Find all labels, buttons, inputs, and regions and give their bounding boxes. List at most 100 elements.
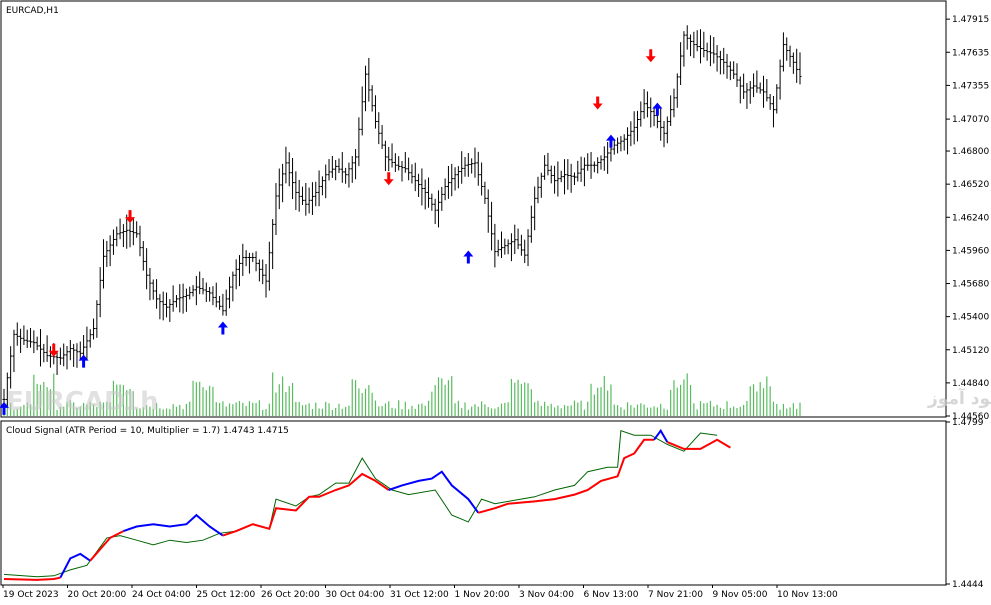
price-bar	[513, 224, 517, 254]
price-bar	[602, 146, 606, 171]
price-tick-label: 1.46800	[952, 147, 989, 157]
time-tick-label: 26 Oct 20:00	[261, 590, 320, 600]
price-bar	[718, 50, 722, 75]
price-tick-label: 1.47355	[952, 81, 989, 91]
indicator-tick-label: 1.4799	[952, 418, 984, 428]
price-bar	[35, 336, 39, 351]
price-tick-label: 1.47915	[952, 15, 989, 25]
price-bar	[483, 181, 487, 204]
time-tick-label: 24 Oct 04:00	[132, 590, 191, 600]
price-bar	[407, 157, 411, 181]
arrow-up-icon	[463, 250, 474, 264]
price-bar	[752, 73, 756, 98]
price-bar	[529, 205, 533, 243]
price-bar	[271, 219, 275, 270]
price-bar	[619, 136, 623, 152]
price-bar	[393, 153, 397, 172]
price-bar	[582, 157, 586, 187]
indicator-frame	[0, 420, 947, 586]
price-tick-label: 1.45680	[952, 280, 989, 290]
price-bar	[629, 121, 633, 147]
indicator-title: Cloud Signal (ATR Period = 10, Multiplie…	[6, 426, 289, 436]
price-bar	[15, 322, 19, 346]
price-bar	[75, 343, 79, 368]
time-tick-label: 3 Nov 04:00	[519, 590, 574, 600]
price-bar	[92, 318, 96, 340]
price-bar	[642, 89, 646, 119]
price-bar	[135, 221, 139, 238]
price-bar	[257, 259, 261, 282]
price-bar	[244, 250, 248, 267]
price-bar	[669, 95, 673, 126]
price-bar	[427, 177, 431, 208]
price-bar	[685, 25, 689, 50]
price-bar	[191, 285, 195, 297]
price-bar	[340, 152, 344, 183]
price-bar	[55, 350, 59, 375]
time-tick-label: 7 Nov 21:00	[648, 590, 703, 600]
price-bar	[45, 335, 49, 362]
price-bar	[699, 29, 702, 64]
price-bar	[559, 170, 563, 183]
price-bar	[141, 241, 145, 271]
cloud-bear-segment	[222, 472, 390, 537]
price-tick-label: 1.46240	[952, 213, 989, 223]
price-bar	[334, 160, 338, 181]
price-bar	[301, 186, 304, 205]
price-bar	[758, 82, 762, 94]
price-bar	[579, 156, 583, 182]
price-bar	[254, 251, 258, 272]
price-bar	[165, 292, 169, 318]
time-tick-label: 10 Nov 13:00	[777, 590, 838, 600]
price-bar	[373, 95, 377, 129]
price-bar	[539, 172, 543, 198]
price-bar	[775, 84, 779, 114]
cloud-signal-lines	[3, 428, 731, 581]
price-bar	[218, 295, 222, 310]
price-bar	[403, 151, 407, 173]
price-bar	[493, 223, 497, 268]
price-bar	[486, 189, 490, 233]
price-tick-label: 1.45120	[952, 346, 989, 356]
price-bar	[589, 152, 593, 179]
price-bar	[12, 329, 16, 373]
price-bar	[261, 259, 265, 285]
price-bar	[536, 176, 540, 204]
price-bar	[241, 243, 245, 277]
price-bar	[639, 101, 643, 127]
symbol-title: EURCAD,H1	[6, 6, 59, 16]
price-bar	[58, 347, 62, 365]
price-bar	[463, 156, 467, 177]
price-bar	[105, 240, 109, 267]
price-bar	[742, 73, 746, 99]
price-bar	[679, 42, 683, 86]
price-bar	[456, 166, 460, 189]
price-bar	[572, 172, 576, 186]
price-bar	[307, 187, 311, 214]
price-bar	[450, 163, 454, 197]
price-bar	[715, 45, 719, 72]
price-bar	[72, 343, 76, 367]
price-tick-label: 1.44840	[952, 379, 989, 389]
price-tick-label: 1.45960	[952, 246, 989, 256]
price-bar	[181, 283, 185, 314]
price-bar	[476, 151, 480, 186]
price-bar	[360, 86, 364, 136]
price-bar	[324, 164, 328, 199]
price-bar	[423, 179, 427, 210]
arrow-down-icon	[383, 172, 394, 186]
price-bar	[237, 255, 241, 287]
price-bar	[224, 289, 228, 316]
price-bar	[665, 116, 669, 144]
price-bar	[466, 152, 470, 177]
price-bar	[188, 286, 192, 300]
time-axis: 19 Oct 2023 20 Oct 20:00 24 Oct 04:00 25 Oc…	[2, 585, 838, 600]
arrow-down-icon	[592, 96, 603, 110]
price-bar	[337, 158, 341, 174]
price-bar	[443, 178, 447, 201]
price-bar	[198, 271, 202, 295]
price-bar	[118, 218, 122, 240]
price-bar	[420, 168, 424, 206]
indicator-tick-label: 1.4444	[952, 580, 984, 590]
price-bar	[446, 165, 450, 199]
